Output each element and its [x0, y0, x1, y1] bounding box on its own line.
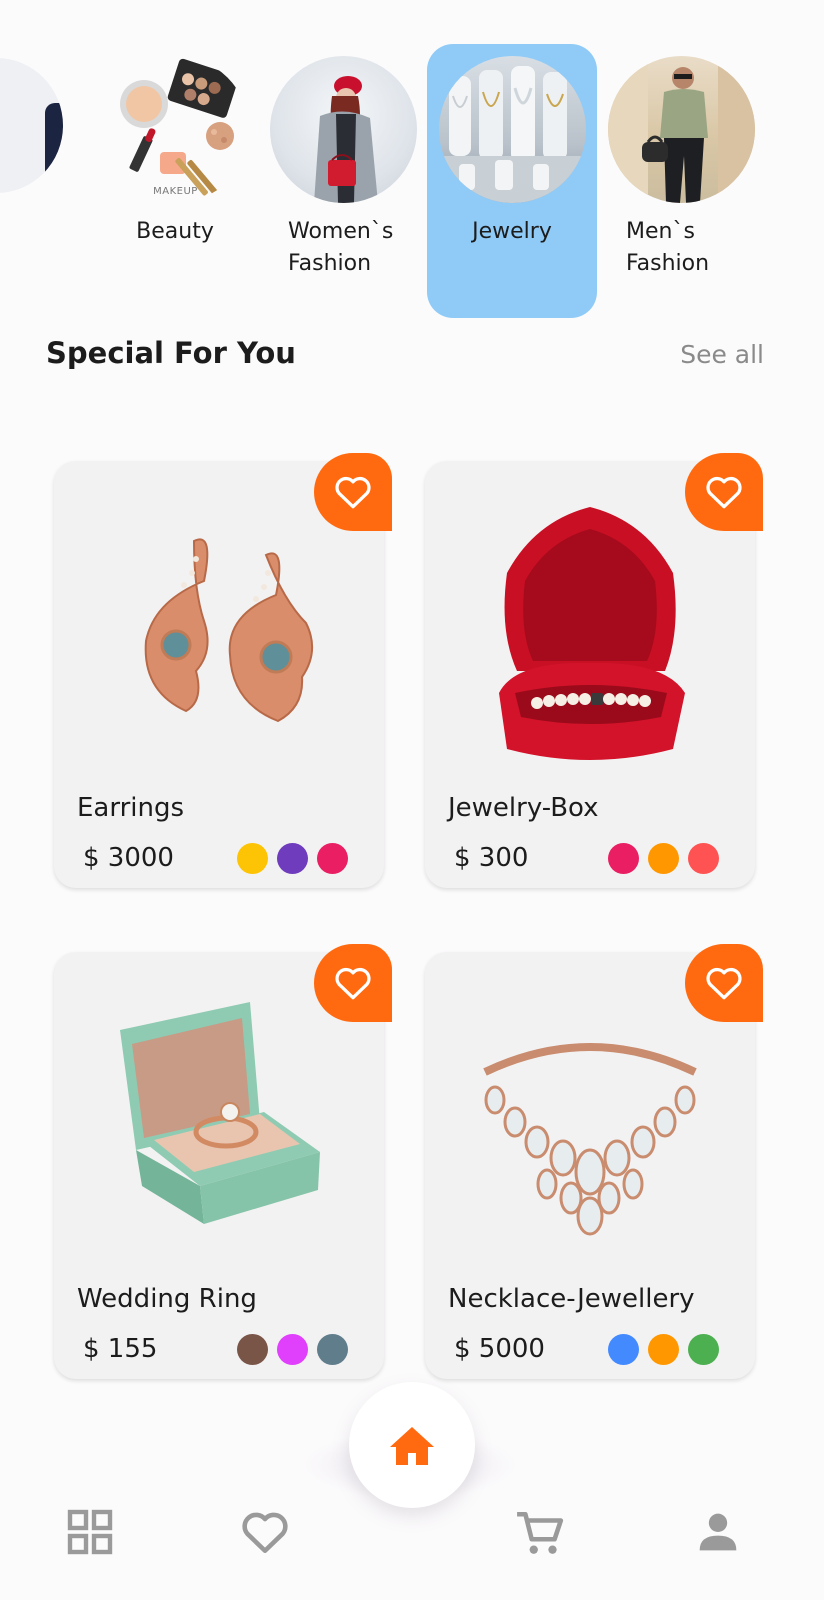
woman-figure-illustration	[314, 76, 378, 203]
necklace-image	[483, 1043, 697, 1236]
grid-icon[interactable]	[66, 1508, 114, 1556]
product-name: Wedding Ring	[77, 1284, 257, 1314]
category-beauty[interactable]: MAKEUP Beauty	[90, 44, 260, 318]
cart-icon[interactable]	[514, 1508, 566, 1558]
color-options	[237, 843, 348, 874]
color-swatch[interactable]	[277, 1334, 308, 1365]
product-card-jewelry-box[interactable]: Jewelry-Box $ 300	[425, 453, 763, 888]
section-title: Special For You	[46, 336, 296, 370]
category-mens-fashion[interactable]: Men`s Fashion	[596, 44, 766, 318]
color-options	[237, 1334, 348, 1365]
category-womens-fashion[interactable]: Women`s Fashion	[258, 44, 428, 318]
category-label: Women`s Fashion	[288, 219, 394, 276]
category-strip: MAKEUP Beauty Women`s Fashion Jewelry Me…	[0, 0, 824, 330]
see-all-link[interactable]: See all	[680, 340, 764, 369]
color-swatch[interactable]	[648, 1334, 679, 1365]
color-swatch[interactable]	[237, 1334, 268, 1365]
product-name: Jewelry-Box	[448, 793, 599, 823]
jewelry-image	[439, 56, 586, 203]
product-price: $ 5000	[454, 1334, 545, 1364]
heart-icon[interactable]	[240, 1508, 290, 1556]
profile-icon[interactable]	[696, 1508, 740, 1556]
home-icon	[390, 1427, 434, 1465]
nav-home-button[interactable]	[349, 1382, 475, 1508]
color-swatch[interactable]	[317, 1334, 348, 1365]
category-label: Beauty	[136, 219, 214, 244]
jewelry-display-illustration	[439, 66, 586, 203]
makeup-illustration	[120, 58, 239, 198]
product-card-necklace[interactable]: Necklace-Jewellery $ 5000	[425, 944, 763, 1379]
man-figure-illustration	[608, 56, 755, 203]
product-card-earrings[interactable]: Earrings $ 3000	[54, 453, 392, 888]
makeup-caption: MAKEUP	[153, 186, 198, 197]
color-swatch[interactable]	[608, 843, 639, 874]
mens-fashion-image	[608, 56, 755, 203]
category-label: Jewelry	[472, 219, 552, 244]
category-item-partial[interactable]	[0, 58, 63, 193]
category-label: Men`s Fashion	[626, 219, 710, 276]
product-name: Earrings	[77, 793, 185, 823]
color-options	[608, 1334, 719, 1365]
product-price: $ 155	[83, 1334, 158, 1364]
earrings-image	[144, 538, 313, 723]
womens-fashion-image	[270, 56, 417, 203]
product-name: Necklace-Jewellery	[448, 1284, 695, 1314]
category-jewelry[interactable]: Jewelry	[427, 44, 597, 318]
color-swatch[interactable]	[648, 843, 679, 874]
product-card-wedding-ring[interactable]: Wedding Ring $ 155	[54, 944, 392, 1379]
color-swatch[interactable]	[688, 1334, 719, 1365]
jewelry-box-image	[499, 507, 685, 760]
color-swatch[interactable]	[277, 843, 308, 874]
color-swatch[interactable]	[688, 843, 719, 874]
color-swatch[interactable]	[608, 1334, 639, 1365]
color-swatch[interactable]	[237, 843, 268, 874]
category-image	[0, 58, 63, 193]
wedding-ring-image	[120, 1002, 320, 1224]
product-price: $ 300	[454, 843, 529, 873]
bottom-navigation	[0, 1380, 824, 1600]
product-price: $ 3000	[83, 843, 174, 873]
beauty-image: MAKEUP	[102, 56, 249, 203]
color-swatch[interactable]	[317, 843, 348, 874]
color-options	[608, 843, 719, 874]
